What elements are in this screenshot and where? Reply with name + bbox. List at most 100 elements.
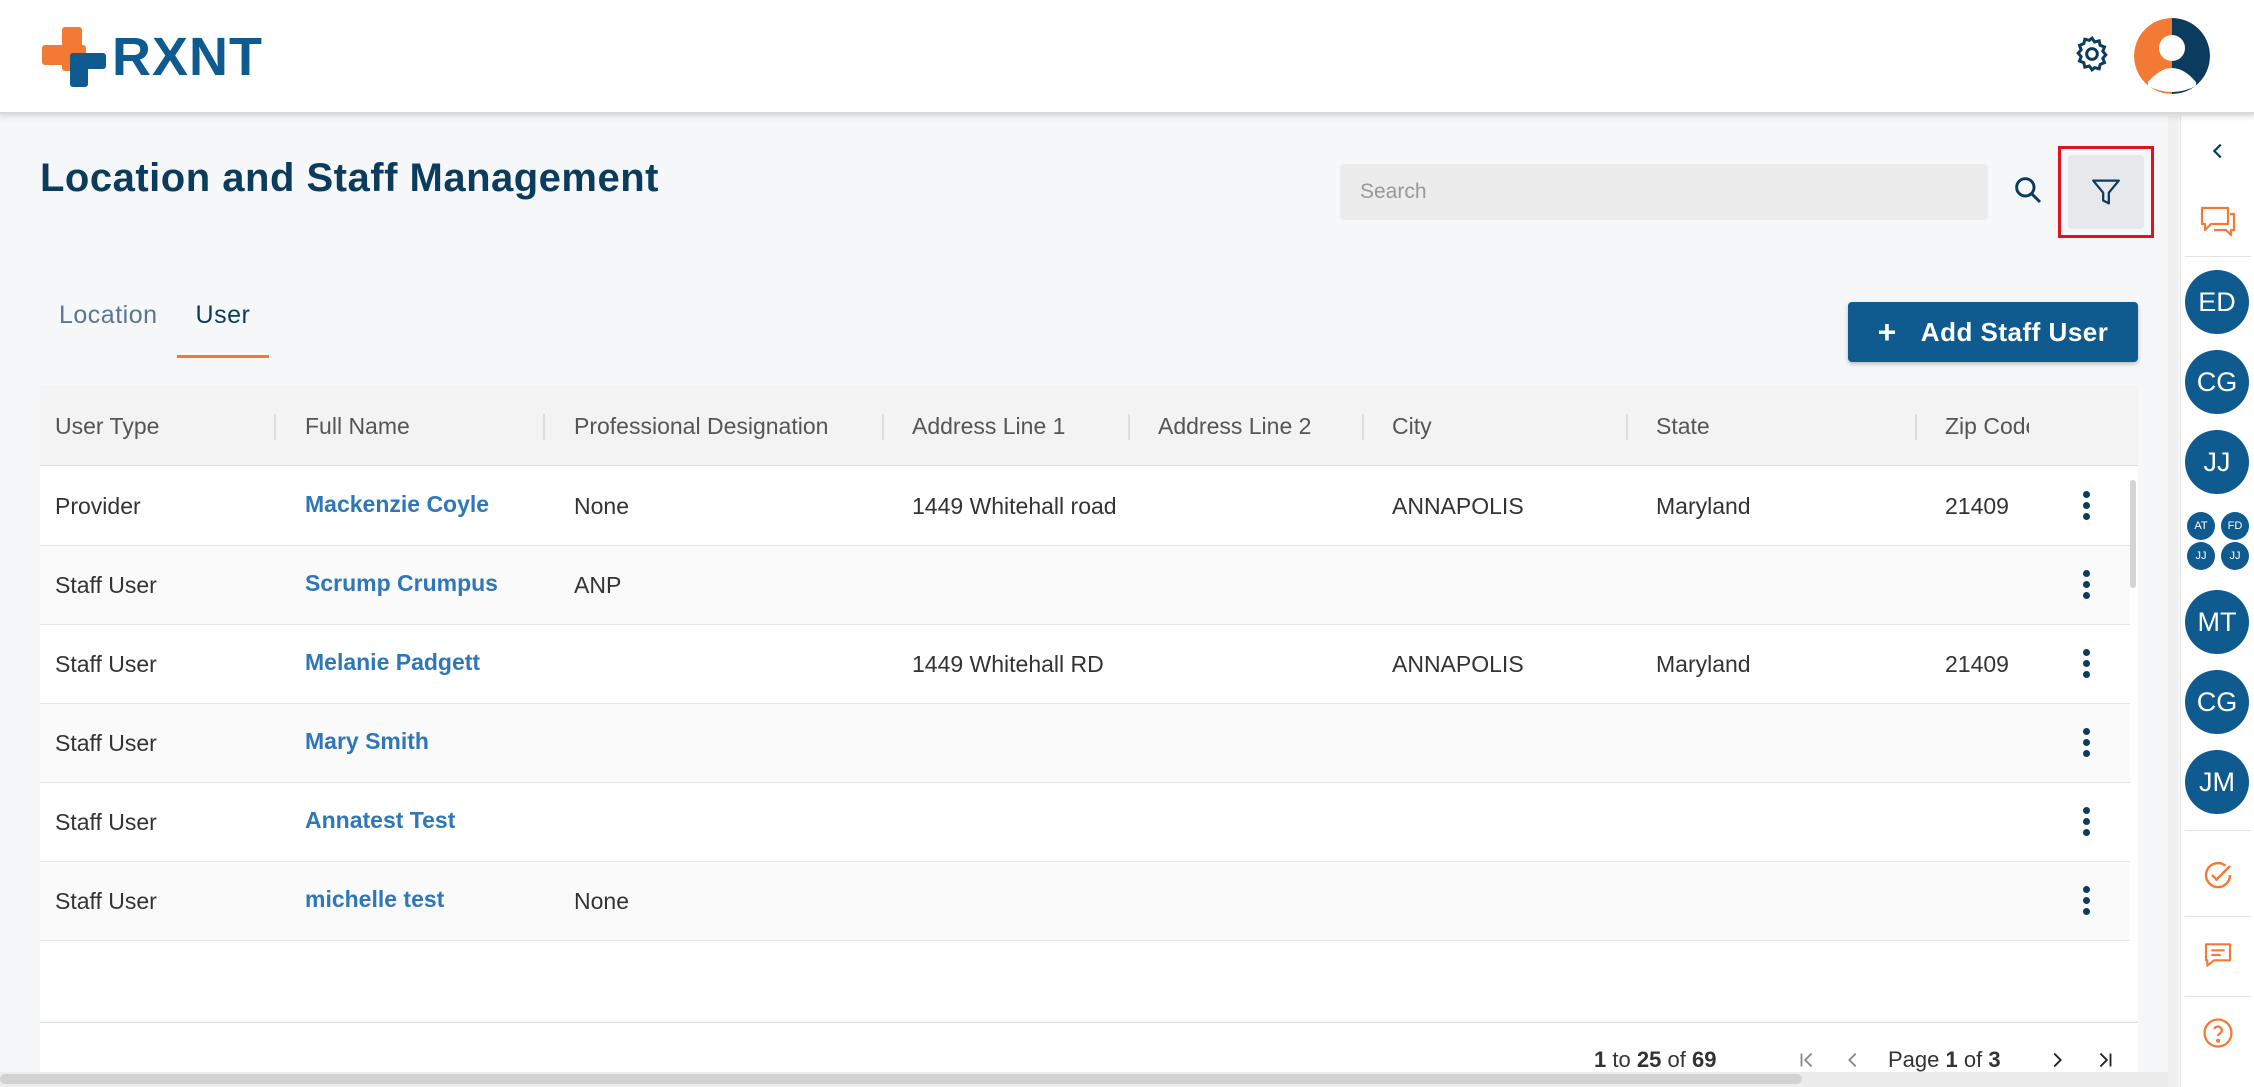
rail-scrollbar[interactable] — [2168, 116, 2178, 1087]
cell-address-line-2 — [1158, 704, 1358, 783]
cell-designation: None — [574, 493, 629, 519]
cell-address-line-1 — [912, 704, 1128, 783]
column-header-address-line-1[interactable]: Address Line 1 — [912, 386, 1122, 466]
contact-avatar[interactable]: ED — [2185, 270, 2249, 334]
user-table: User Type Full Name Professional Designa… — [40, 386, 2138, 1020]
cell-user-type: Staff User — [55, 730, 157, 756]
cell-user-type: Staff User — [55, 572, 157, 598]
rail-divider — [2185, 996, 2251, 997]
cell-user-type: Staff User — [55, 888, 157, 914]
row-menu-icon[interactable] — [2080, 886, 2092, 920]
logo-cross-icon — [42, 27, 106, 87]
cell-zip: 21409 — [1945, 651, 2009, 677]
row-menu-icon[interactable] — [2080, 491, 2092, 525]
last-page-icon[interactable] — [2094, 1049, 2116, 1071]
cell-address-line-1 — [912, 546, 1128, 625]
column-header-address-line-2[interactable]: Address Line 2 — [1158, 386, 1368, 466]
column-divider[interactable] — [1626, 414, 1628, 440]
cell-state: Maryland — [1656, 651, 1751, 677]
contact-avatar[interactable]: JJ — [2185, 430, 2249, 494]
cell-city: ANNAPOLIS — [1392, 493, 1524, 519]
chat-bubbles-icon[interactable] — [2199, 202, 2237, 240]
tasks-check-icon[interactable] — [2199, 856, 2237, 894]
table-header: User Type Full Name Professional Designa… — [40, 386, 2138, 466]
add-button-label: Add Staff User — [1920, 316, 2109, 347]
contact-avatar[interactable]: CG — [2185, 350, 2249, 414]
column-header-city[interactable]: City — [1392, 386, 1612, 466]
cell-state — [1656, 704, 1876, 783]
row-menu-icon[interactable] — [2080, 807, 2092, 841]
help-icon[interactable] — [2199, 1014, 2237, 1052]
cell-designation — [574, 704, 874, 783]
cell-designation: ANP — [574, 572, 622, 598]
cell-zip: 21409 — [1945, 493, 2009, 519]
cell-zip — [1945, 783, 2035, 862]
search-icon[interactable] — [2008, 170, 2048, 210]
column-header-full-name[interactable]: Full Name — [305, 386, 545, 466]
cell-state — [1656, 546, 1876, 625]
cell-designation — [574, 625, 874, 704]
row-menu-icon[interactable] — [2080, 728, 2092, 762]
rail-divider — [2185, 916, 2251, 917]
column-header-professional-designation[interactable]: Professional Designation — [574, 386, 874, 466]
contact-avatar[interactable]: MT — [2185, 590, 2249, 654]
cell-full-name-link[interactable]: Melanie Padgett — [305, 625, 545, 704]
cell-full-name-link[interactable]: Annatest Test — [305, 783, 545, 862]
cell-zip — [1945, 546, 2035, 625]
cell-address-line-2 — [1158, 546, 1358, 625]
user-avatar-icon[interactable] — [2134, 18, 2210, 94]
cell-full-name-link[interactable]: Mary Smith — [305, 704, 545, 783]
gear-icon[interactable] — [2072, 34, 2112, 74]
tab-location[interactable]: Location — [40, 282, 177, 358]
collapse-chevron-icon[interactable] — [2199, 132, 2237, 170]
cell-designation: None — [574, 888, 629, 914]
table-vertical-scrollbar[interactable] — [2130, 480, 2136, 588]
top-bar: RXNT — [0, 0, 2254, 114]
previous-page-icon[interactable] — [1842, 1049, 1864, 1071]
cell-address-line-1 — [912, 783, 1128, 862]
cell-user-type: Provider — [55, 493, 141, 519]
filter-icon — [2068, 155, 2144, 229]
add-staff-user-button[interactable]: + Add Staff User — [1848, 302, 2138, 362]
search-input[interactable] — [1340, 164, 1988, 220]
tab-user[interactable]: User — [176, 282, 270, 358]
column-header-zip-code[interactable]: Zip Code — [1945, 386, 2029, 466]
table-row[interactable]: Provider Mackenzie Coyle None 1449 White… — [40, 467, 2130, 546]
cell-city — [1392, 704, 1612, 783]
cell-user-type: Staff User — [55, 651, 157, 677]
table-row[interactable]: Staff User michelle test None — [40, 862, 2130, 941]
cell-address-line-2 — [1158, 467, 1358, 546]
column-divider[interactable] — [1915, 414, 1917, 440]
contact-avatar[interactable]: CG — [2185, 670, 2249, 734]
group-avatar[interactable]: AT FD JJ JJ — [2185, 512, 2251, 572]
rxnt-logo[interactable]: RXNT — [42, 26, 263, 88]
table-row[interactable]: Staff User Mary Smith — [40, 704, 2130, 783]
next-page-icon[interactable] — [2046, 1049, 2068, 1071]
table-row[interactable]: Staff User Melanie Padgett 1449 Whitehal… — [40, 625, 2130, 704]
cell-address-line-2 — [1158, 625, 1358, 704]
first-page-icon[interactable] — [1796, 1049, 1818, 1071]
message-icon[interactable] — [2199, 936, 2237, 974]
page-horizontal-scrollbar[interactable] — [0, 1072, 2170, 1087]
column-header-state[interactable]: State — [1656, 386, 1876, 466]
cell-city — [1392, 862, 1612, 941]
cell-city: ANNAPOLIS — [1392, 651, 1524, 677]
filter-button[interactable] — [2058, 146, 2154, 238]
column-divider[interactable] — [882, 414, 884, 440]
cell-full-name-link[interactable]: Mackenzie Coyle — [305, 467, 545, 546]
row-menu-icon[interactable] — [2080, 649, 2092, 683]
column-divider[interactable] — [1128, 414, 1130, 440]
column-divider[interactable] — [1362, 414, 1364, 440]
cell-state: Maryland — [1656, 493, 1751, 519]
page-title: Location and Staff Management — [40, 156, 659, 200]
column-header-user-type[interactable]: User Type — [55, 386, 265, 466]
brand-name: RXNT — [112, 27, 263, 87]
column-divider[interactable] — [274, 414, 276, 440]
contact-avatar[interactable]: JM — [2185, 750, 2249, 814]
table-row[interactable]: Staff User Scrump Crumpus ANP — [40, 546, 2130, 625]
column-divider[interactable] — [543, 414, 545, 440]
row-menu-icon[interactable] — [2080, 570, 2092, 604]
cell-full-name-link[interactable]: Scrump Crumpus — [305, 546, 545, 625]
table-row[interactable]: Staff User Annatest Test — [40, 783, 2130, 862]
cell-full-name-link[interactable]: michelle test — [305, 862, 545, 941]
